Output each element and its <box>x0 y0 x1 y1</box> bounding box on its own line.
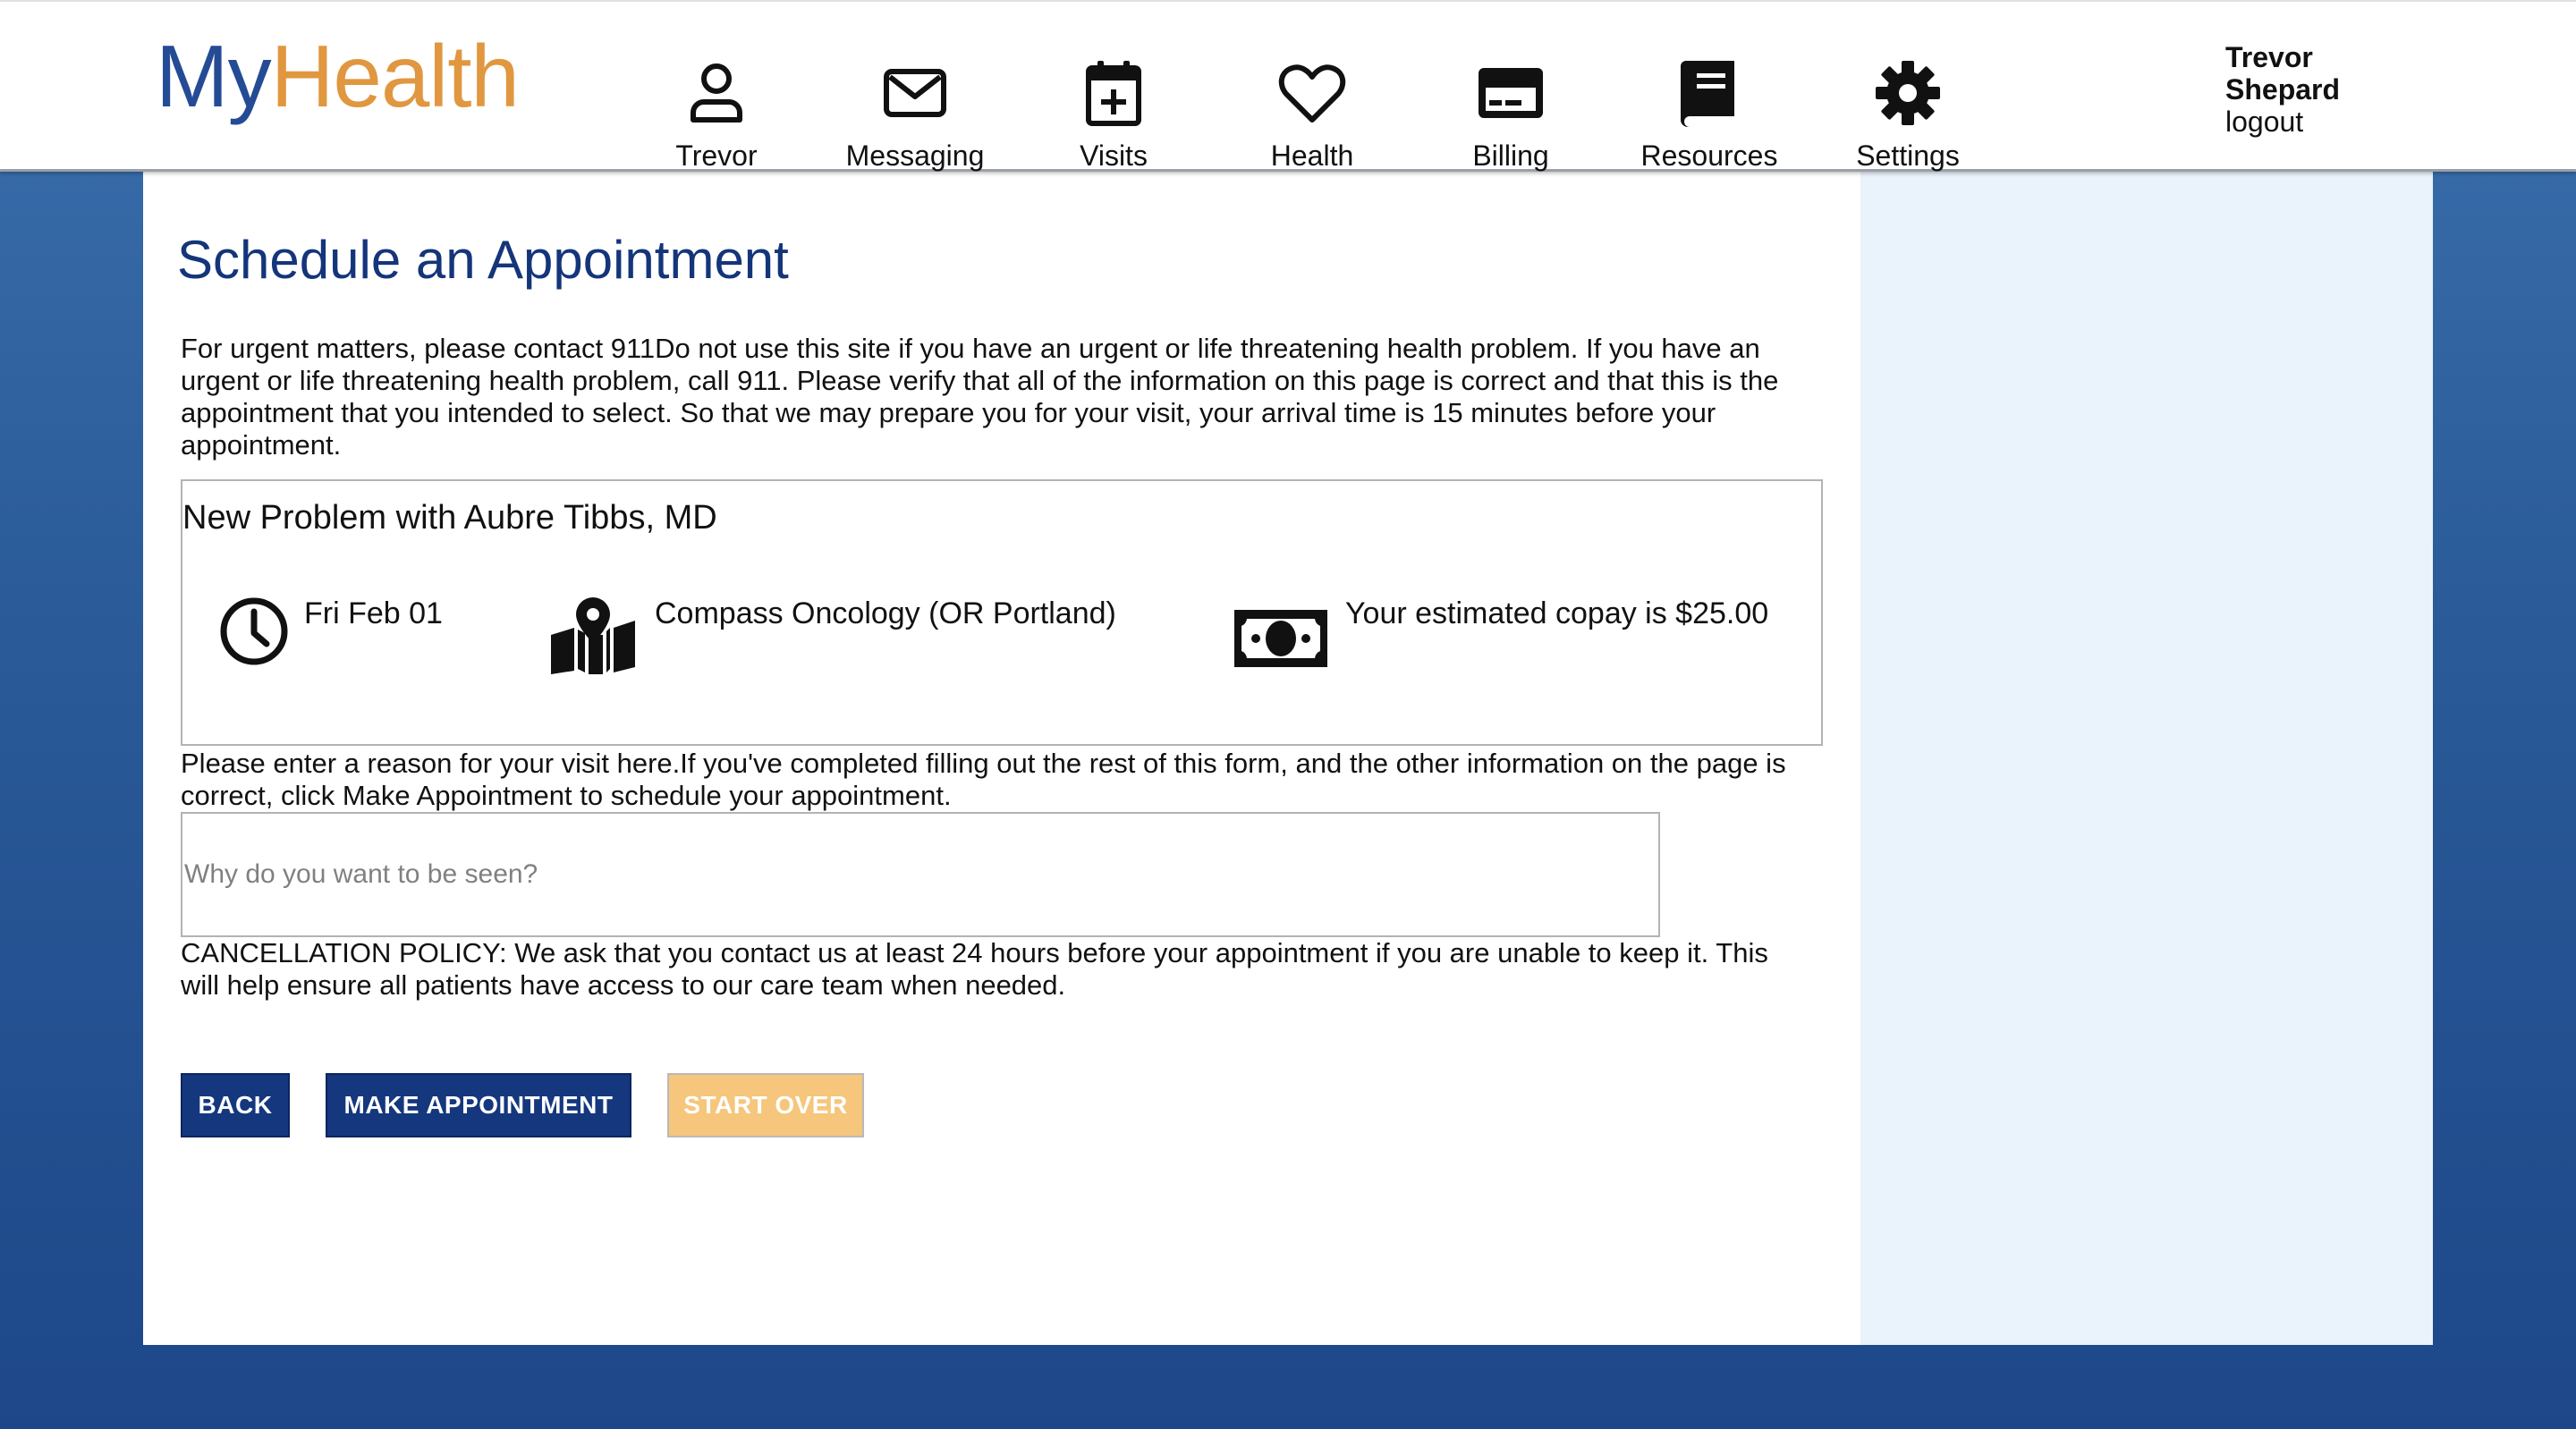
urgent-notice: For urgent matters, please contact 911Do… <box>181 333 1779 461</box>
nav-label: Visits <box>1080 140 1148 172</box>
gear-icon <box>1872 57 1944 129</box>
main-nav: Trevor Messaging Visits Health Billing R… <box>617 57 2007 173</box>
logo-my: My <box>156 27 272 125</box>
nav-item-health[interactable]: Health <box>1213 57 1411 173</box>
nav-item-trevor[interactable]: Trevor <box>617 57 816 173</box>
main-content: Schedule an Appointment For urgent matte… <box>143 172 1860 1345</box>
money-bill-icon <box>1234 606 1327 671</box>
map-pin-icon <box>551 596 635 674</box>
nav-label: Health <box>1270 140 1354 172</box>
book-icon <box>1674 57 1745 129</box>
envelope-icon <box>879 57 951 129</box>
nav-label: Billing <box>1472 140 1549 172</box>
reason-instructions: Please enter a reason for your visit her… <box>181 748 1786 811</box>
appointment-copay: Your estimated copay is $25.00 <box>1234 596 1768 671</box>
nav-item-billing[interactable]: Billing <box>1411 57 1610 173</box>
top-header: MyHealth Trevor Messaging Visits Health <box>0 0 2576 172</box>
nav-label: Settings <box>1856 140 1960 172</box>
myhealth-logo[interactable]: MyHealth <box>156 27 520 125</box>
appointment-date-text: Fri Feb 01 <box>304 596 443 630</box>
page-title: Schedule an Appointment <box>177 230 789 290</box>
user-menu: Trevor Shepard logout <box>2225 41 2404 138</box>
nav-item-messaging[interactable]: Messaging <box>816 57 1014 173</box>
appointment-date: Fri Feb 01 <box>218 596 443 667</box>
calendar-plus-icon <box>1078 57 1149 129</box>
nav-label: Trevor <box>675 140 758 172</box>
appointment-location-text: Compass Oncology (OR Portland) <box>655 596 1116 630</box>
appointment-copay-text: Your estimated copay is $25.00 <box>1345 596 1769 630</box>
nav-item-visits[interactable]: Visits <box>1014 57 1213 173</box>
nav-item-resources[interactable]: Resources <box>1610 57 1809 173</box>
back-button[interactable]: BACK <box>181 1073 290 1137</box>
logout-link[interactable]: logout <box>2225 106 2404 138</box>
side-panel <box>1860 172 2433 1345</box>
user-name: Trevor Shepard <box>2225 41 2341 106</box>
appointment-title: New Problem with Aubre Tibbs, MD <box>182 499 717 537</box>
visit-reason-input[interactable] <box>181 812 1660 937</box>
credit-card-icon <box>1475 57 1546 129</box>
appointment-location: Compass Oncology (OR Portland) <box>551 596 1116 674</box>
nav-label: Messaging <box>845 140 985 172</box>
nav-label: Resources <box>1640 140 1778 172</box>
logo-health: Health <box>270 27 520 125</box>
heart-icon <box>1276 57 1348 129</box>
make-appointment-button[interactable]: MAKE APPOINTMENT <box>326 1073 631 1137</box>
appointment-summary: New Problem with Aubre Tibbs, MD Fri Feb… <box>181 479 1823 746</box>
start-over-button[interactable]: START OVER <box>667 1073 864 1137</box>
person-icon <box>681 57 752 129</box>
nav-item-settings[interactable]: Settings <box>1809 57 2007 173</box>
clock-icon <box>218 596 290 667</box>
cancellation-policy: CANCELLATION POLICY: We ask that you con… <box>181 937 1768 1001</box>
